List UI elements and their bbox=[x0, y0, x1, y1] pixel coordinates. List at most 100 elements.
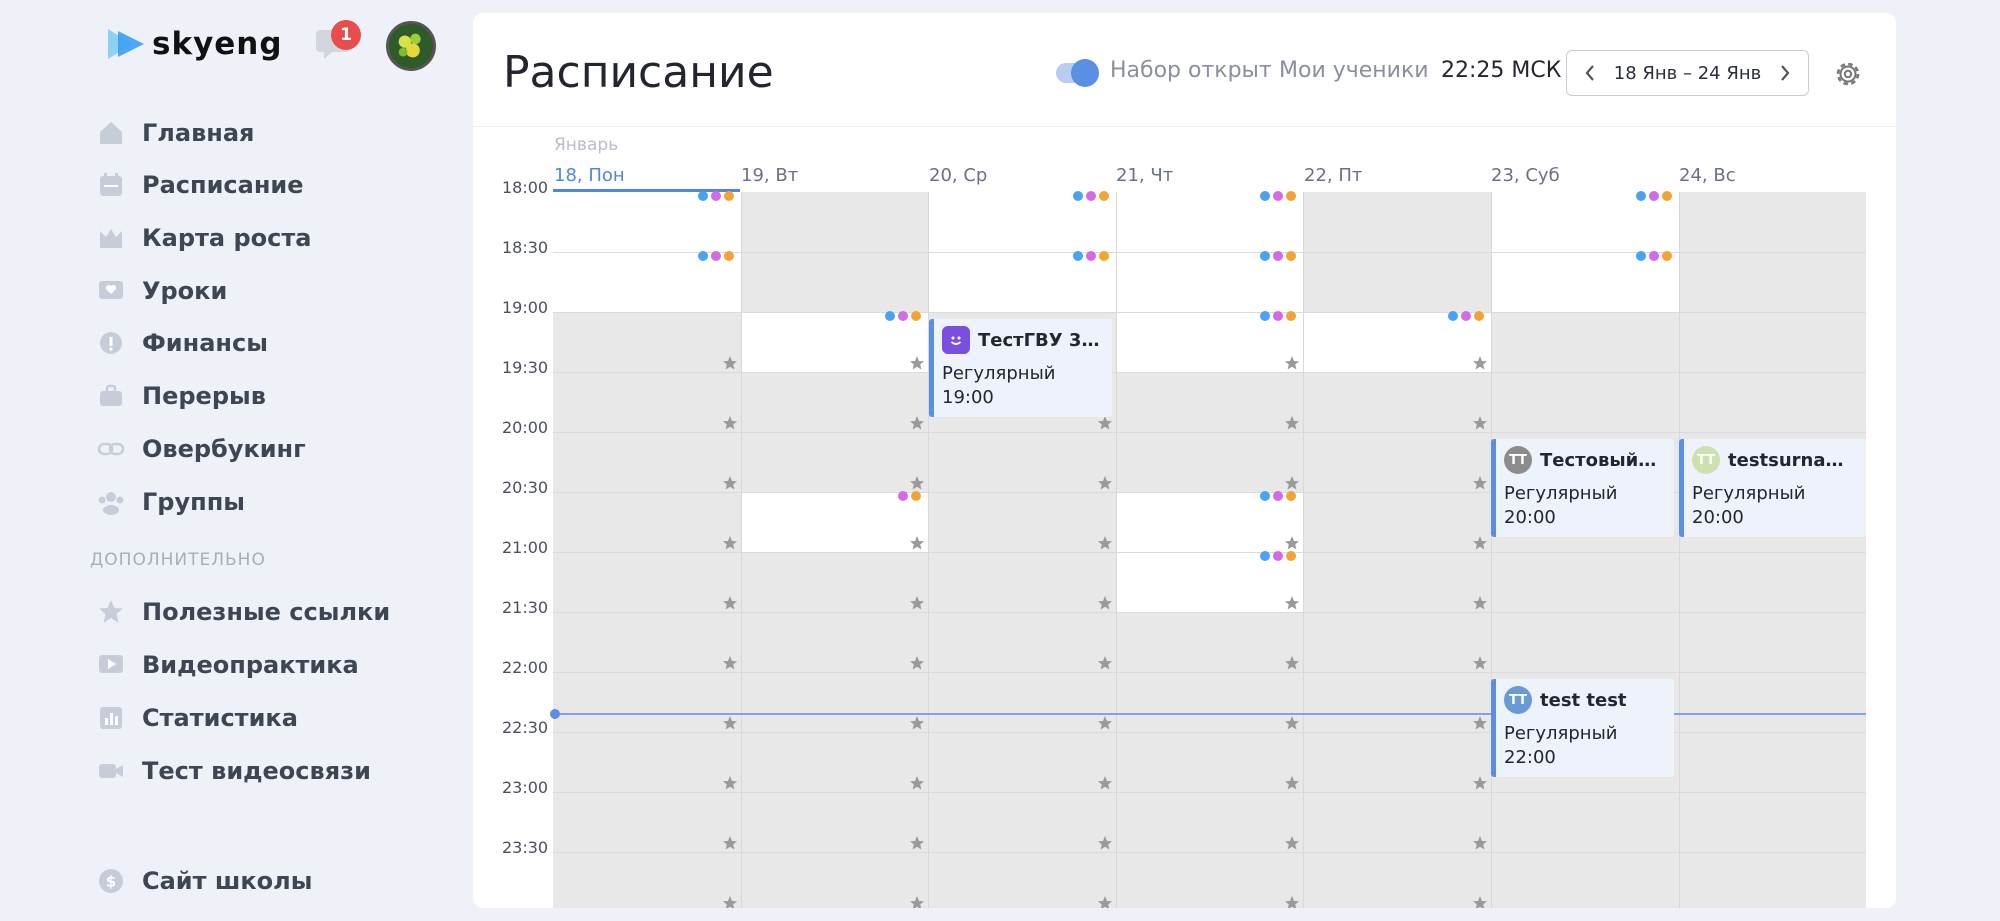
sidebar-item-growth-map[interactable]: Карта роста bbox=[96, 218, 311, 258]
favorite-star-icon[interactable] bbox=[1284, 475, 1300, 491]
sidebar-item-groups[interactable]: Группы bbox=[96, 482, 245, 522]
sidebar-item-overbooking[interactable]: Овербукинг bbox=[96, 429, 306, 469]
lesson-time: 20:00 bbox=[1504, 507, 1556, 528]
favorite-star-icon[interactable] bbox=[722, 655, 738, 671]
recruiting-toggle[interactable] bbox=[1056, 59, 1099, 87]
favorite-star-icon[interactable] bbox=[1472, 655, 1488, 671]
availability-dot bbox=[911, 311, 922, 321]
sidebar-item-break[interactable]: Перерыв bbox=[96, 376, 266, 416]
favorite-star-icon[interactable] bbox=[1097, 715, 1113, 731]
availability-dot bbox=[1661, 251, 1672, 261]
sidebar-item-video-practice[interactable]: Видеопрактика bbox=[96, 645, 359, 685]
favorite-star-icon[interactable] bbox=[722, 835, 738, 851]
smiley-avatar-icon bbox=[942, 326, 970, 354]
favorite-star-icon[interactable] bbox=[1284, 355, 1300, 371]
student-avatar: ТТ bbox=[1504, 446, 1532, 474]
availability-dots bbox=[1260, 491, 1297, 502]
favorite-star-icon[interactable] bbox=[1284, 715, 1300, 731]
favorite-star-icon[interactable] bbox=[909, 715, 925, 731]
favorite-star-icon[interactable] bbox=[1284, 595, 1300, 611]
favorite-star-icon[interactable] bbox=[1472, 595, 1488, 611]
favorite-star-icon[interactable] bbox=[722, 535, 738, 551]
favorite-star-icon[interactable] bbox=[1472, 775, 1488, 791]
favorite-star-icon[interactable] bbox=[1472, 895, 1488, 908]
favorite-star-icon[interactable] bbox=[1284, 775, 1300, 791]
sidebar-item-lessons[interactable]: Уроки bbox=[96, 271, 227, 311]
favorite-star-icon[interactable] bbox=[909, 655, 925, 671]
favorite-star-icon[interactable] bbox=[722, 595, 738, 611]
availability-dot bbox=[697, 251, 708, 261]
day-separator bbox=[1678, 192, 1680, 908]
sidebar-item-school-site[interactable]: $ Сайт школы bbox=[96, 861, 312, 901]
suitcase-icon bbox=[96, 381, 126, 411]
availability-dot bbox=[1286, 311, 1297, 321]
camera-icon bbox=[96, 756, 126, 786]
header-divider bbox=[473, 126, 1896, 127]
favorite-star-icon[interactable] bbox=[909, 775, 925, 791]
favorite-star-icon[interactable] bbox=[1472, 415, 1488, 431]
lesson-type: Регулярный bbox=[1504, 723, 1618, 744]
favorite-star-icon[interactable] bbox=[909, 895, 925, 908]
favorite-star-icon[interactable] bbox=[1472, 475, 1488, 491]
favorite-star-icon[interactable] bbox=[722, 415, 738, 431]
sidebar-item-video-test[interactable]: Тест видеосвязи bbox=[96, 751, 371, 791]
page-title: Расписание bbox=[503, 47, 774, 98]
favorite-star-icon[interactable] bbox=[1472, 835, 1488, 851]
lesson-time: 22:00 bbox=[1504, 747, 1556, 768]
availability-dot bbox=[1635, 191, 1646, 201]
favorite-star-icon[interactable] bbox=[909, 595, 925, 611]
favorite-star-icon[interactable] bbox=[722, 475, 738, 491]
lesson-card[interactable]: TT testsurname … Регулярный 20:00 bbox=[1679, 439, 1866, 537]
favorite-star-icon[interactable] bbox=[1097, 595, 1113, 611]
favorite-star-icon[interactable] bbox=[1284, 655, 1300, 671]
sidebar-item-label: Финансы bbox=[142, 329, 268, 357]
favorite-star-icon[interactable] bbox=[1284, 895, 1300, 908]
calendar-grid bbox=[553, 191, 1866, 908]
availability-dots bbox=[1072, 251, 1109, 262]
sidebar-item-statistics[interactable]: Статистика bbox=[96, 698, 298, 738]
favorite-star-icon[interactable] bbox=[1097, 835, 1113, 851]
favorite-star-icon[interactable] bbox=[1472, 535, 1488, 551]
favorite-star-icon[interactable] bbox=[1097, 535, 1113, 551]
availability-dot bbox=[1448, 311, 1458, 321]
favorite-star-icon[interactable] bbox=[909, 415, 925, 431]
sidebar: skyeng 1 Главная Расписание Карта роста … bbox=[0, 0, 470, 921]
favorite-star-icon[interactable] bbox=[722, 715, 738, 731]
favorite-star-icon[interactable] bbox=[722, 775, 738, 791]
availability-dots bbox=[1260, 251, 1297, 262]
sidebar-item-finance[interactable]: Финансы bbox=[96, 323, 268, 363]
sidebar-item-useful-links[interactable]: Полезные ссылки bbox=[96, 592, 390, 632]
favorite-star-icon[interactable] bbox=[1472, 355, 1488, 371]
favorite-star-icon[interactable] bbox=[1097, 895, 1113, 908]
favorite-star-icon[interactable] bbox=[909, 535, 925, 551]
favorite-star-icon[interactable] bbox=[1097, 415, 1113, 431]
prev-week-button[interactable] bbox=[1579, 62, 1601, 84]
favorite-star-icon[interactable] bbox=[909, 835, 925, 851]
skyeng-logo[interactable]: skyeng bbox=[106, 26, 283, 62]
favorite-star-icon[interactable] bbox=[1097, 475, 1113, 491]
favorite-star-icon[interactable] bbox=[1284, 535, 1300, 551]
next-week-button[interactable] bbox=[1774, 62, 1796, 84]
stats-icon bbox=[96, 703, 126, 733]
time-separator bbox=[553, 432, 1866, 433]
favorite-star-icon[interactable] bbox=[909, 475, 925, 491]
favorite-star-icon[interactable] bbox=[1097, 775, 1113, 791]
settings-gear-icon[interactable] bbox=[1833, 59, 1863, 89]
sidebar-item-schedule[interactable]: Расписание bbox=[96, 165, 304, 205]
lesson-card[interactable]: ТТ ТестовыйОб… Регулярный 20:00 bbox=[1491, 439, 1674, 537]
lesson-card[interactable]: TT test test Регулярный 22:00 bbox=[1491, 679, 1674, 777]
availability-dot bbox=[1286, 491, 1297, 501]
user-avatar[interactable] bbox=[386, 21, 436, 71]
favorite-star-icon[interactable] bbox=[722, 895, 738, 908]
favorite-star-icon[interactable] bbox=[1472, 715, 1488, 731]
sidebar-item-home[interactable]: Главная bbox=[96, 113, 254, 153]
favorite-star-icon[interactable] bbox=[909, 355, 925, 371]
favorite-star-icon[interactable] bbox=[1284, 415, 1300, 431]
lesson-card[interactable]: ТестГВУ 325 Регулярный 19:00 bbox=[929, 319, 1112, 417]
favorite-star-icon[interactable] bbox=[722, 355, 738, 371]
lesson-student-name: test test bbox=[1540, 689, 1627, 711]
sidebar-item-label: Овербукинг bbox=[142, 435, 306, 463]
favorite-star-icon[interactable] bbox=[1284, 835, 1300, 851]
favorite-star-icon[interactable] bbox=[1097, 655, 1113, 671]
my-students-link[interactable]: Мои ученики bbox=[1279, 58, 1429, 83]
